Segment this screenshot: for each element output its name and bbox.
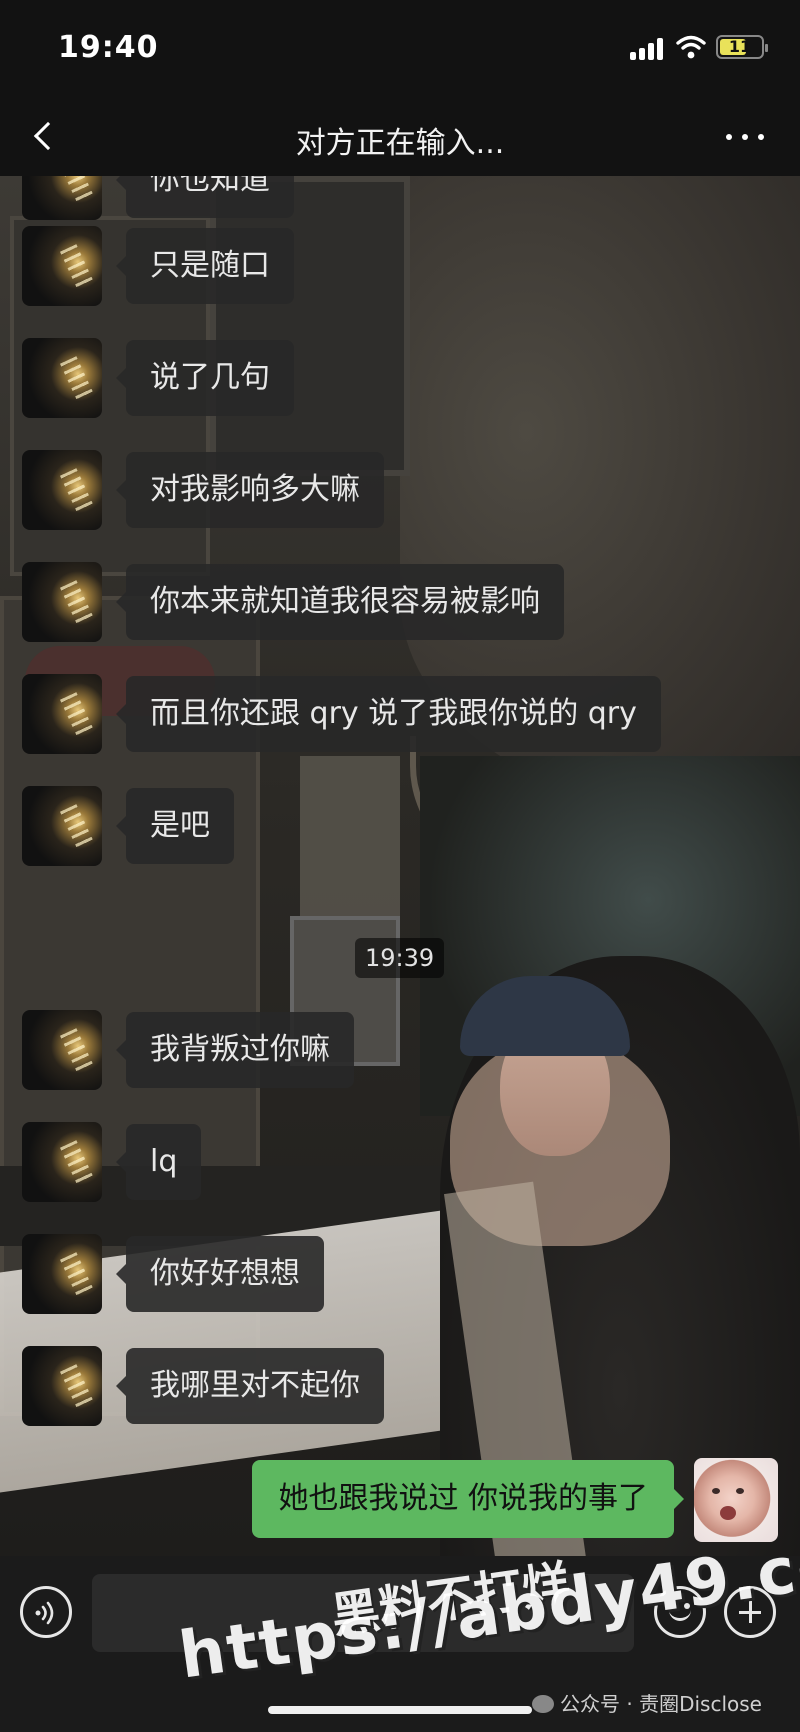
sent-message-bubble[interactable]: 她也跟我说过 你说我的事了 bbox=[252, 1460, 684, 1538]
message-row: 你本来就知道我很容易被影响 bbox=[0, 562, 800, 642]
watermark-source-text: 公众号 · 责圈Disclose bbox=[560, 1692, 762, 1716]
top-bar: 19:40 11 对方正在输入... bbox=[0, 0, 800, 176]
contact-avatar[interactable] bbox=[22, 226, 102, 306]
received-message-bubble[interactable]: 我背叛过你嘛 bbox=[116, 1012, 354, 1088]
my-avatar[interactable] bbox=[694, 1458, 778, 1542]
cellular-signal-icon bbox=[630, 38, 666, 60]
more-dots-icon bbox=[726, 134, 732, 140]
received-message-bubble[interactable]: 对我影响多大嘛 bbox=[116, 452, 384, 528]
received-message-bubble[interactable]: 说了几句 bbox=[116, 340, 294, 416]
message-row-sent: 她也跟我说过 你说我的事了 bbox=[0, 1458, 800, 1542]
chat-title: 对方正在输入... bbox=[295, 126, 505, 161]
chat-screen: 19:40 11 对方正在输入... 你也知道 只是随口 说了几句 对我影响多大… bbox=[0, 0, 800, 1732]
received-message-bubble[interactable]: lq bbox=[115, 1124, 202, 1200]
message-row: 对我影响多大嘛 bbox=[0, 450, 800, 530]
contact-avatar[interactable] bbox=[22, 1346, 102, 1426]
battery-level: 11 bbox=[728, 37, 752, 56]
watermark-source: 公众号 · 责圈Disclose bbox=[532, 1688, 762, 1717]
message-row: 是吧 bbox=[0, 786, 800, 866]
message-timestamp: 19:39 bbox=[355, 938, 445, 978]
more-options-button[interactable] bbox=[720, 122, 770, 152]
contact-avatar[interactable] bbox=[22, 450, 102, 530]
received-message-bubble[interactable]: 你也知道 bbox=[116, 176, 294, 218]
message-row: 说了几句 bbox=[0, 338, 800, 418]
wechat-official-account-icon bbox=[532, 1695, 554, 1713]
wifi-icon bbox=[676, 35, 706, 59]
message-row: 我哪里对不起你 bbox=[0, 1346, 800, 1426]
message-row: 你好好想想 bbox=[0, 1234, 800, 1314]
status-time: 19:40 bbox=[58, 30, 159, 65]
battery-icon: 11 bbox=[716, 35, 768, 59]
contact-avatar[interactable] bbox=[22, 674, 102, 754]
received-message-bubble[interactable]: 而且你还跟 qry 说了我跟你说的 qry bbox=[116, 676, 661, 752]
contact-avatar[interactable] bbox=[22, 562, 102, 642]
message-row: lq bbox=[0, 1122, 800, 1202]
message-list: 你也知道 只是随口 说了几句 对我影响多大嘛 你本来就知道我很容易被影响 而且你… bbox=[0, 176, 800, 1556]
received-message-bubble[interactable]: 只是随口 bbox=[116, 228, 294, 304]
contact-avatar[interactable] bbox=[22, 1010, 102, 1090]
message-row: 只是随口 bbox=[0, 226, 800, 306]
voice-input-button[interactable] bbox=[20, 1586, 72, 1638]
contact-avatar[interactable] bbox=[22, 176, 102, 220]
voice-icon bbox=[35, 1601, 54, 1625]
received-message-bubble[interactable]: 我哪里对不起你 bbox=[116, 1348, 384, 1424]
contact-avatar[interactable] bbox=[22, 1234, 102, 1314]
received-message-bubble[interactable]: 是吧 bbox=[116, 788, 234, 864]
contact-avatar[interactable] bbox=[22, 786, 102, 866]
message-row: 我背叛过你嘛 bbox=[0, 1010, 800, 1090]
contact-avatar[interactable] bbox=[22, 338, 102, 418]
home-indicator[interactable] bbox=[268, 1706, 532, 1714]
message-row: 而且你还跟 qry 说了我跟你说的 qry bbox=[0, 674, 800, 754]
received-message-bubble[interactable]: 你本来就知道我很容易被影响 bbox=[116, 564, 564, 640]
received-message-bubble[interactable]: 你好好想想 bbox=[116, 1236, 324, 1312]
contact-avatar[interactable] bbox=[22, 1122, 102, 1202]
message-row: 你也知道 bbox=[0, 176, 800, 220]
